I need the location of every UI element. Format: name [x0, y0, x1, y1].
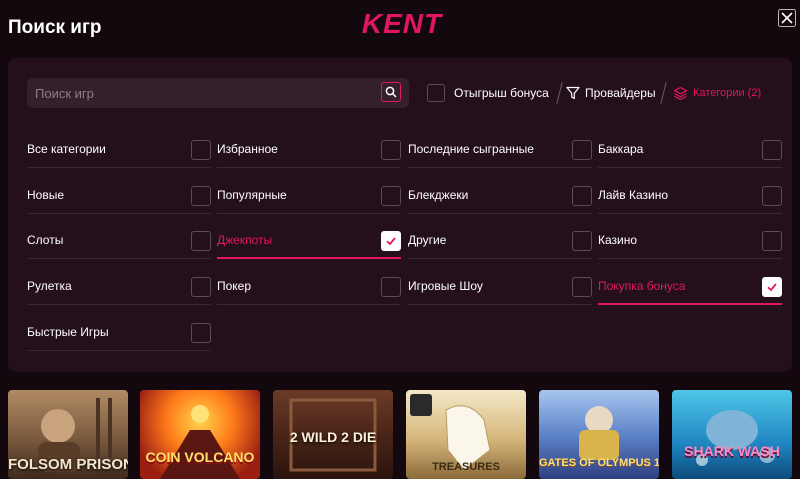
category-checkbox[interactable]: [572, 231, 592, 251]
category-checkbox[interactable]: [191, 231, 211, 251]
category-label: Лайв Казино: [598, 188, 668, 202]
search-input[interactable]: [27, 78, 383, 108]
game-title: TREASURES: [432, 461, 500, 473]
category-label: Игровые Шоу: [408, 279, 483, 293]
bonus-wagering-checkbox[interactable]: [427, 84, 445, 102]
close-icon[interactable]: [778, 9, 796, 27]
category-item-quick-games[interactable]: Быстрые Игры: [27, 311, 211, 351]
category-label: Рулетка: [27, 279, 72, 293]
category-checkbox[interactable]: [762, 140, 782, 160]
svg-text:KENT: KENT: [362, 8, 444, 39]
game-art: [160, 405, 240, 479]
category-item-new[interactable]: Новые: [27, 174, 211, 214]
search-box: [27, 78, 409, 108]
category-label: Популярные: [217, 188, 287, 202]
game-tile-treasures[interactable]: TREASURES: [406, 390, 526, 479]
category-checkbox[interactable]: [762, 231, 782, 251]
category-item-jackpots[interactable]: Джекпоты: [217, 219, 401, 259]
category-item-baccarat[interactable]: Баккара: [598, 128, 782, 168]
game-tile-shark-wash[interactable]: SHARK WASH: [672, 390, 792, 479]
category-label: Новые: [27, 188, 65, 202]
category-checkbox[interactable]: [191, 323, 211, 343]
checkmark-icon: [386, 237, 396, 246]
category-checkbox[interactable]: [381, 277, 401, 297]
providers-filter-button[interactable]: Провайдеры: [566, 85, 656, 101]
category-item-blackjacks[interactable]: Блекджеки: [408, 174, 592, 214]
category-item-casino[interactable]: Казино: [598, 219, 782, 259]
game-tile-folsom-prison[interactable]: FOLSOM PRISON: [8, 390, 128, 479]
category-checkbox[interactable]: [191, 186, 211, 206]
category-label: Джекпоты: [217, 233, 273, 247]
category-item-roulette[interactable]: Рулетка: [27, 265, 211, 305]
category-checkbox[interactable]: [381, 231, 401, 251]
separator: [556, 82, 563, 104]
category-checkbox[interactable]: [381, 140, 401, 160]
game-art: [696, 410, 775, 466]
category-checkbox[interactable]: [572, 277, 592, 297]
category-label: Все категории: [27, 142, 106, 156]
category-checkbox[interactable]: [762, 186, 782, 206]
category-checkbox[interactable]: [381, 186, 401, 206]
category-checkbox[interactable]: [762, 277, 782, 297]
game-title: SHARK WASH: [684, 443, 780, 459]
header: Поиск игр KENT: [0, 0, 800, 56]
providers-label: Провайдеры: [585, 86, 656, 100]
category-item-recently-played[interactable]: Последние сыгранные: [408, 128, 592, 168]
category-label: Казино: [598, 233, 638, 247]
game-title: FOLSOM PRISON: [8, 456, 128, 473]
game-tile-gates-of-olympus-1000[interactable]: GATES OF OLYMPUS 1000: [539, 390, 659, 479]
category-item-bonus-buy[interactable]: Покупка бонуса: [598, 265, 782, 305]
game-title: 2 WILD 2 DIE: [289, 429, 377, 445]
categories-label: Категории (2): [693, 87, 762, 99]
category-label: Избранное: [217, 142, 278, 156]
category-item-slots[interactable]: Слоты: [27, 219, 211, 259]
category-label: Быстрые Игры: [27, 325, 109, 339]
category-item-game-shows[interactable]: Игровые Шоу: [408, 265, 592, 305]
kent-logo[interactable]: KENT: [359, 6, 445, 40]
category-item-live-casino[interactable]: Лайв Казино: [598, 174, 782, 214]
separator: [660, 82, 667, 104]
game-title: GATES OF OLYMPUS 1000: [539, 457, 659, 469]
categories-filter-button[interactable]: Категории (2): [673, 85, 761, 101]
category-item-favorites[interactable]: Избранное: [217, 128, 401, 168]
category-checkbox[interactable]: [191, 140, 211, 160]
category-item-other[interactable]: Другие: [408, 219, 592, 259]
category-label: Другие: [408, 233, 447, 247]
layers-icon: [673, 86, 688, 100]
game-tile-2-wild-2-die[interactable]: 2 WILD 2 DIE: [273, 390, 393, 479]
category-label: Баккара: [598, 142, 644, 156]
game-title: COIN VOLCANO: [145, 449, 255, 465]
category-checkbox[interactable]: [191, 277, 211, 297]
category-item-poker[interactable]: Покер: [217, 265, 401, 305]
bonus-wagering-label: Отыгрыш бонуса: [454, 86, 549, 100]
category-label: Покупка бонуса: [598, 279, 686, 293]
filter-icon: [566, 86, 580, 100]
page-title: Поиск игр: [8, 17, 102, 38]
search-button[interactable]: [381, 82, 401, 102]
category-item-all[interactable]: Все категории: [27, 128, 211, 168]
category-item-popular[interactable]: Популярные: [217, 174, 401, 214]
search-icon: [385, 86, 397, 98]
category-checkbox[interactable]: [572, 186, 592, 206]
checkmark-icon: [767, 283, 777, 292]
category-checkbox[interactable]: [572, 140, 592, 160]
game-tile-coin-volcano[interactable]: COIN VOLCANO: [140, 390, 260, 479]
category-label: Покер: [217, 279, 252, 293]
category-label: Блекджеки: [408, 188, 469, 202]
search-panel: Отыгрыш бонуса Провайдеры Категории (2) …: [8, 58, 792, 372]
category-label: Слоты: [27, 233, 64, 247]
category-label: Последние сыгранные: [408, 142, 534, 156]
